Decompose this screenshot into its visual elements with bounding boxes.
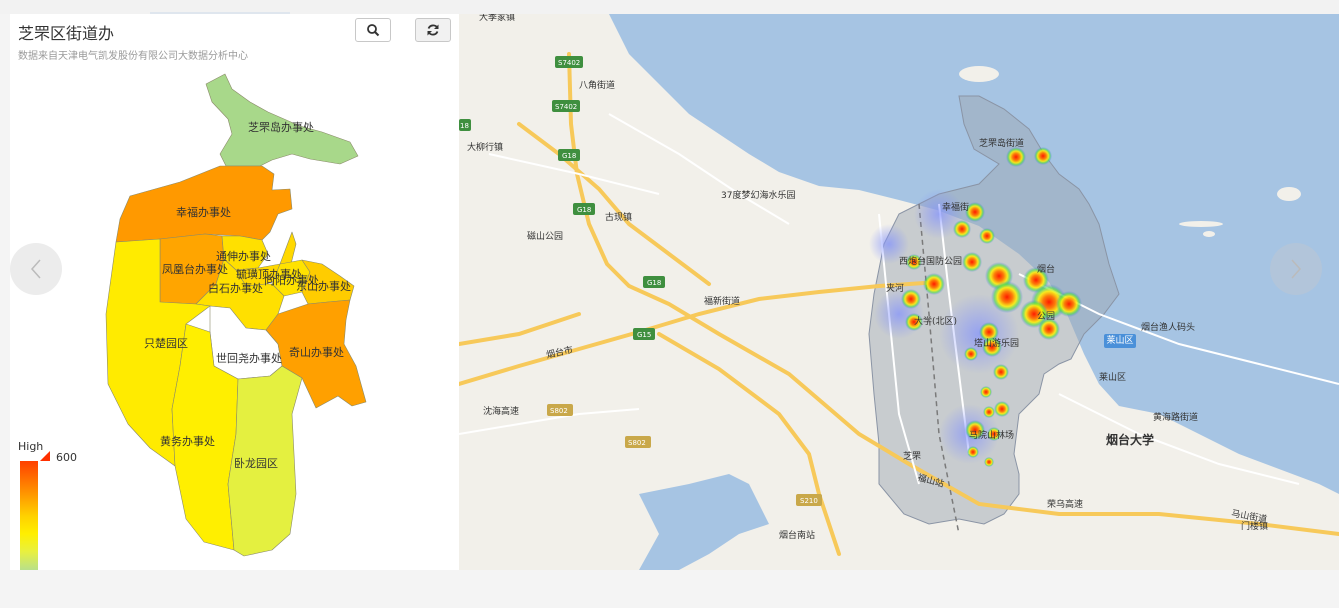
label-baishi: 白石办事处 xyxy=(208,281,263,295)
map-label: 大学(北区) xyxy=(914,315,957,327)
label-wolong: 卧龙园区 xyxy=(234,457,278,470)
svg-text:S7402: S7402 xyxy=(555,103,577,111)
map-label: 古现镇 xyxy=(605,211,632,223)
heatmap-map[interactable]: S7402 S7402 G18 G18 G18 G15 S802 S802 S2… xyxy=(459,14,1339,570)
svg-text:G18: G18 xyxy=(577,206,591,214)
map-label: 芝罘 xyxy=(903,450,921,462)
label-qishan: 奇山办事处 xyxy=(289,346,344,359)
choropleth-panel: 芝罘区街道办 数据来自天津电气凯发股份有限公司大数据分析中心 芝罘岛办事处 幸福… xyxy=(10,14,459,570)
map-label: 烟台南站 xyxy=(779,529,815,541)
map-label: 西炮台国防公园 xyxy=(899,255,962,267)
svg-text:G18: G18 xyxy=(562,152,576,160)
footer-area xyxy=(0,570,1339,608)
map-label: 莱山区 xyxy=(1099,371,1126,383)
map-label: 37度梦幻海水乐园 xyxy=(721,189,795,201)
svg-text:S7402: S7402 xyxy=(558,59,580,67)
map-label: 沈海高速 xyxy=(483,405,519,417)
map-label: 烟台大学 xyxy=(1106,432,1154,447)
map-label: 大柳行镇 xyxy=(467,141,503,153)
district-map: 芝罘岛办事处 幸福办事处 凤凰台办事处 通伸办事处 毓璜顶办事处 向阳办事处 东… xyxy=(105,73,367,557)
map-label: 黄海路街道 xyxy=(1153,411,1198,423)
island xyxy=(959,66,999,82)
district-badge-label: 莱山区 xyxy=(1106,336,1134,346)
map-label: 磁山公园 xyxy=(527,230,563,242)
svg-text:S802: S802 xyxy=(550,407,568,415)
legend-max-value: 600 xyxy=(56,451,77,464)
svg-text:S210: S210 xyxy=(800,497,818,505)
map-label: 幸福街 xyxy=(942,201,969,213)
top-bar xyxy=(0,0,1339,14)
svg-text:G18: G18 xyxy=(647,279,661,287)
carousel-next-button[interactable] xyxy=(1270,243,1322,295)
map-label: 芝罘岛街道 xyxy=(979,137,1024,149)
island xyxy=(1277,187,1301,201)
label-fenghuangtai: 凤凰台办事处 xyxy=(162,262,228,276)
legend-color-bar xyxy=(20,461,38,570)
chevron-left-icon xyxy=(30,259,41,279)
carousel-prev-button[interactable] xyxy=(10,243,62,295)
label-xingfu: 幸福办事处 xyxy=(176,205,231,219)
map-label: 夹河 xyxy=(886,282,904,294)
label-dongshan: 东山办事处 xyxy=(296,280,351,293)
label-huangwu: 黄务办事处 xyxy=(160,434,215,448)
map-label: 公园 xyxy=(1037,311,1055,322)
island xyxy=(1203,231,1215,237)
map-label: 塔山游乐园 xyxy=(974,337,1019,349)
map-label: 八角街道 xyxy=(579,79,615,91)
label-zhifudao: 芝罘岛办事处 xyxy=(248,120,314,134)
map-label: 马院山林场 xyxy=(969,429,1014,441)
svg-text:S802: S802 xyxy=(628,439,646,447)
map-label: 荣乌高速 xyxy=(1047,498,1083,510)
svg-text:G15: G15 xyxy=(637,331,651,339)
legend-pointer-icon xyxy=(40,451,50,461)
chevron-right-icon xyxy=(1291,259,1302,279)
map-label: 大季家镇 xyxy=(479,14,515,23)
label-zhichuyuan: 只楚园区 xyxy=(144,336,188,350)
label-shihuiyuan: 世回尧办事处 xyxy=(216,352,282,365)
island xyxy=(1179,221,1223,227)
map-label: 烟台 xyxy=(1037,263,1055,275)
district-xingfu[interactable] xyxy=(115,165,293,243)
map-label: 烟台渔人码头 xyxy=(1141,321,1195,333)
map-label: 福新街道 xyxy=(704,295,740,307)
district-zhifudao[interactable] xyxy=(205,73,359,167)
label-tongshen: 通伸办事处 xyxy=(216,250,271,263)
svg-text:18: 18 xyxy=(460,122,469,130)
basemap: S7402 S7402 G18 G18 G18 G15 S802 S802 S2… xyxy=(459,14,1339,570)
